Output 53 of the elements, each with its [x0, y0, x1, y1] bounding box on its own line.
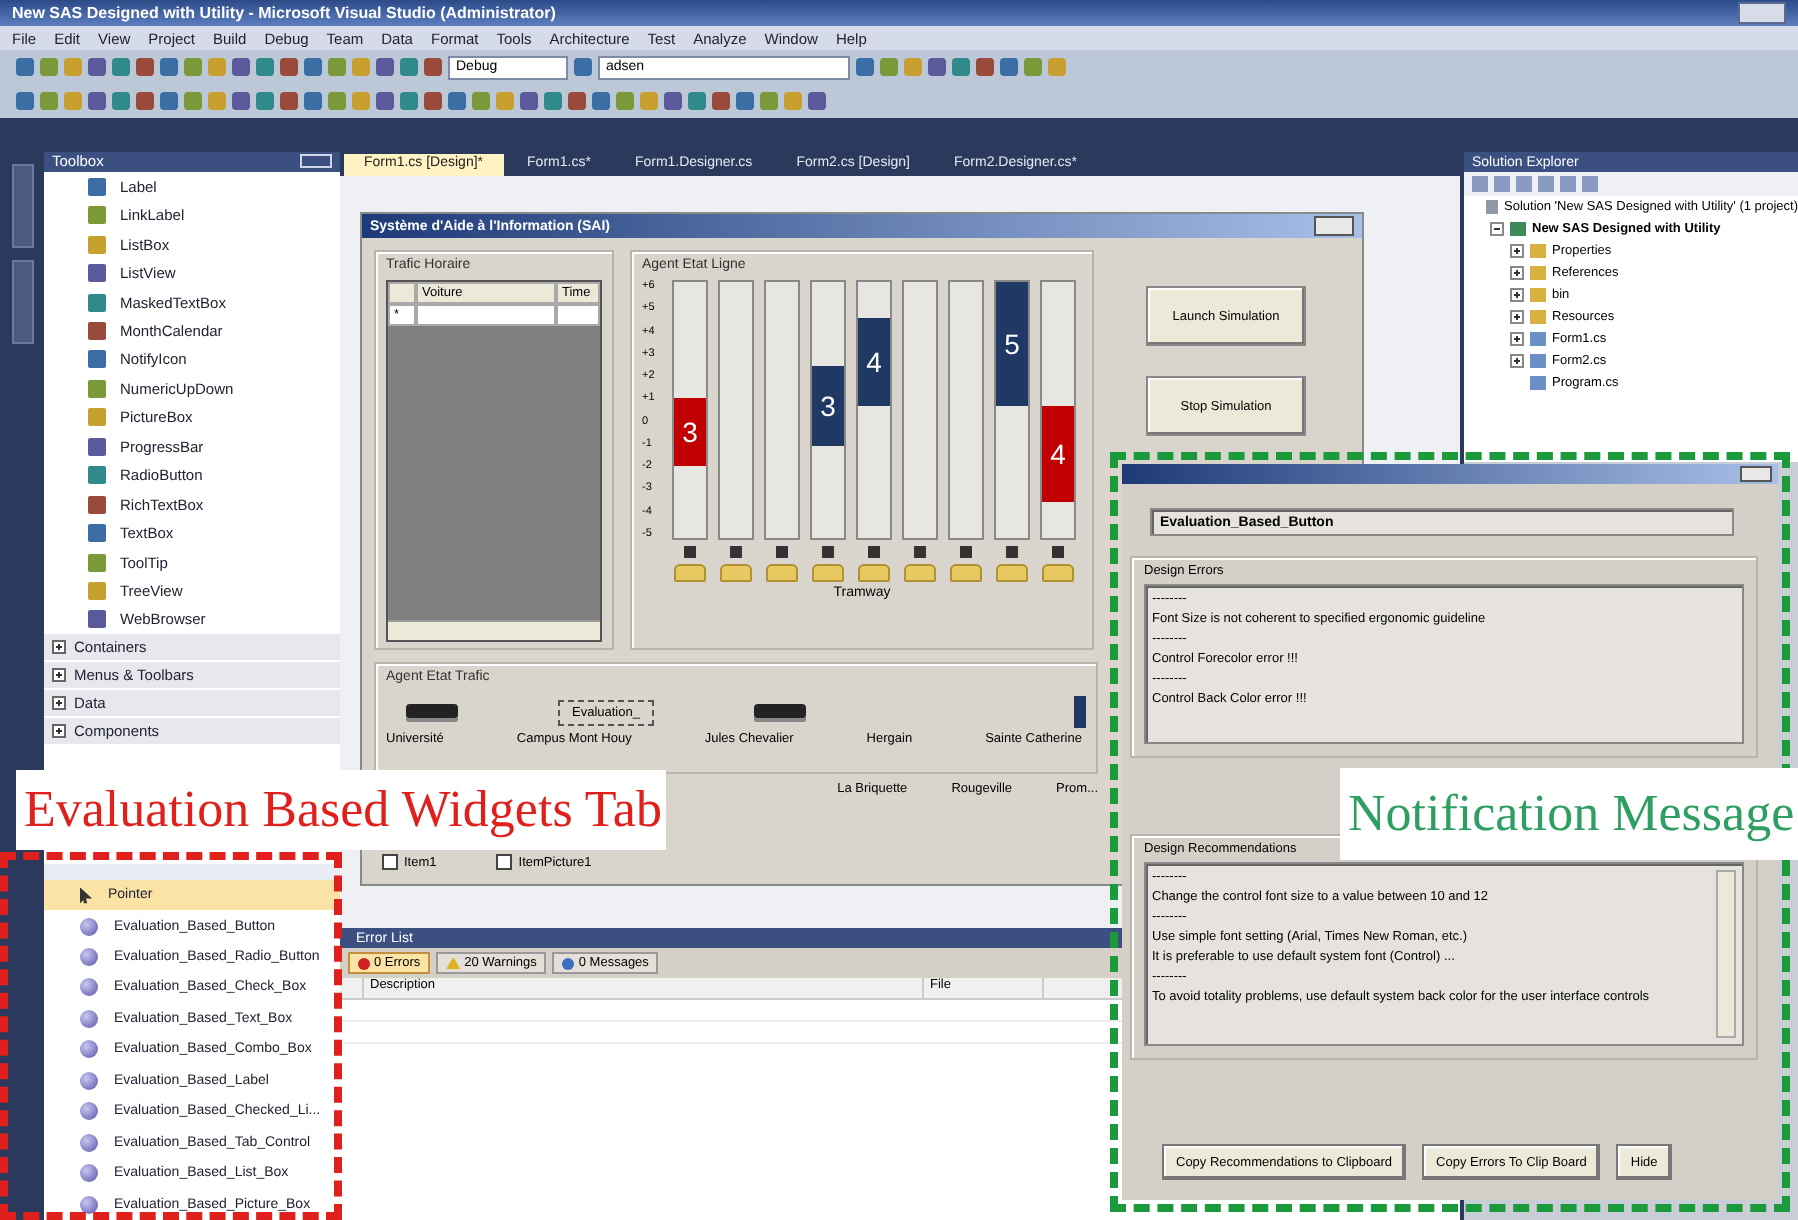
checkbox[interactable] — [382, 854, 398, 870]
vehicle-block — [1074, 696, 1086, 728]
horizontal-scrollbar[interactable] — [388, 620, 600, 640]
sensor-icon — [1006, 546, 1018, 558]
window-controls-icon[interactable] — [1314, 216, 1354, 236]
car-icon — [904, 564, 936, 582]
car-icon — [812, 564, 844, 582]
sensor-icon — [822, 546, 834, 558]
grid-cell — [556, 304, 600, 326]
panel-tab[interactable] — [11, 164, 33, 248]
sensor-icon — [914, 546, 926, 558]
pin-close-icon[interactable] — [300, 154, 332, 169]
vehicle-block: 4 — [1042, 406, 1074, 502]
expander-icon[interactable] — [1510, 354, 1524, 368]
sensor-icon — [684, 546, 696, 558]
expander-icon[interactable] — [1510, 310, 1524, 324]
car-icon — [950, 564, 982, 582]
panel-tab[interactable] — [11, 260, 33, 344]
vehicle-block: 3 — [674, 398, 706, 466]
car-icon — [996, 564, 1028, 582]
annotation-label: Evaluation Based Widgets Tab — [16, 770, 666, 850]
window-controls-icon[interactable] — [1740, 466, 1772, 482]
window-title: New SAS Designed with Utility - Microsoft Visual Studio (Administrator) — [12, 4, 558, 22]
sensor-icon — [868, 546, 880, 558]
car-icon — [858, 564, 890, 582]
expander-icon[interactable] — [1510, 288, 1524, 302]
car-icon — [1042, 564, 1074, 582]
tram-icon — [406, 703, 458, 721]
car-icon — [720, 564, 752, 582]
car-icon — [766, 564, 798, 582]
sensor-icon — [776, 546, 788, 558]
vehicle-block: 3 — [812, 366, 844, 446]
sensor-icon — [730, 546, 742, 558]
pointer-icon — [80, 887, 92, 904]
vertical-scrollbar[interactable] — [1716, 870, 1736, 1038]
info-icon — [562, 957, 575, 969]
sensor-icon — [960, 546, 972, 558]
window-controls-icon[interactable] — [1738, 2, 1786, 24]
error-icon — [358, 957, 370, 969]
car-icon — [674, 564, 706, 582]
annotation-label: Notification Message — [1340, 768, 1798, 860]
vehicle-block: 4 — [858, 318, 890, 406]
checkbox[interactable] — [496, 854, 513, 870]
tram-icon — [753, 703, 806, 721]
warning-icon — [446, 957, 461, 969]
expander-icon[interactable] — [1510, 332, 1524, 346]
grid-cell — [416, 304, 556, 326]
vehicle-block: 5 — [996, 282, 1028, 406]
grid-header-cell — [388, 282, 416, 304]
expander-icon[interactable] — [1510, 266, 1524, 280]
expander-icon[interactable] — [1490, 222, 1504, 236]
sensor-icon — [1052, 546, 1064, 558]
expander-icon[interactable] — [1510, 244, 1524, 258]
